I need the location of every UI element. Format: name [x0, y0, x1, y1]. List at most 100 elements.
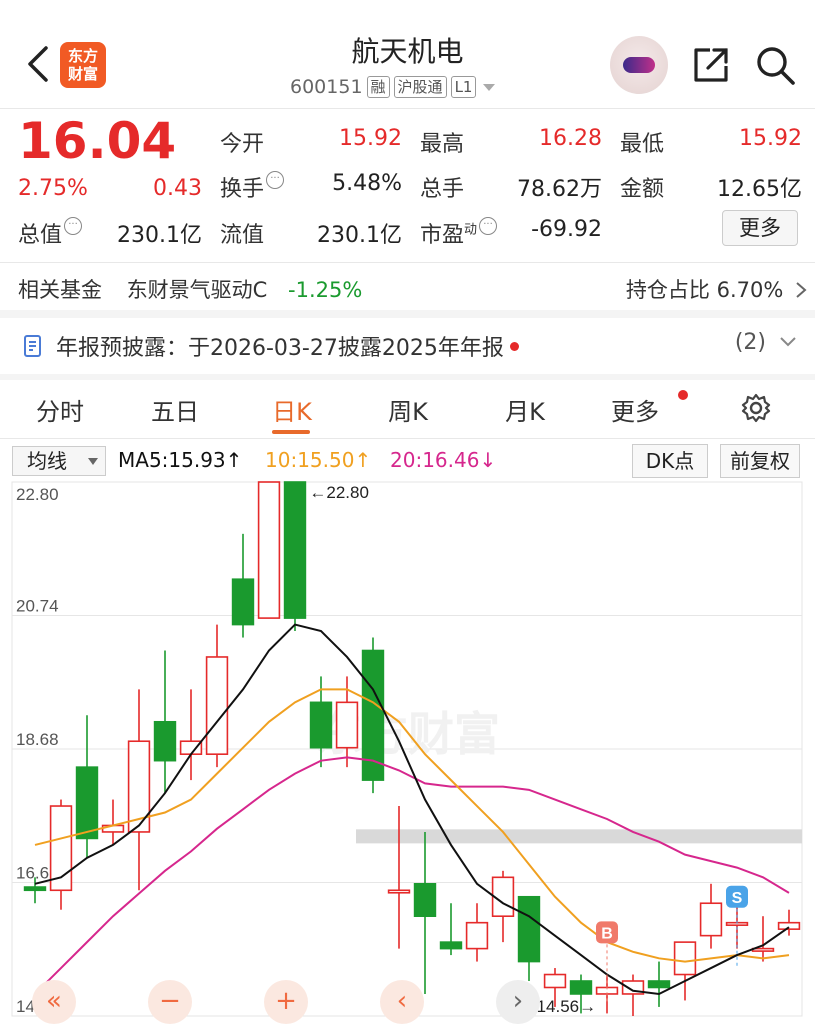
tab-more-dot: [678, 390, 688, 400]
section-gap: [0, 310, 815, 318]
candle-down: [439, 941, 463, 950]
divider: [0, 262, 815, 263]
tab-daily-k[interactable]: 日K: [262, 392, 322, 427]
divider: [0, 438, 815, 439]
marker-label: B: [601, 925, 613, 942]
tab-more[interactable]: 更多: [605, 392, 665, 427]
candle-up: [543, 973, 567, 989]
price-band: [356, 829, 802, 844]
candle-up: [205, 656, 229, 755]
low-price-label: 14.56→: [537, 997, 597, 1016]
candle-down: [413, 882, 437, 917]
kline-chart[interactable]: 22.8020.7418.6816.6214.56东方财富←22.8014.56…: [0, 480, 815, 1024]
candle-up: [335, 701, 359, 749]
low-value: 15.92: [739, 126, 802, 151]
chevron-down-icon[interactable]: [480, 81, 498, 93]
candle-down: [75, 766, 99, 840]
tag-margin: 融: [366, 76, 390, 98]
pe-value: -69.92: [531, 217, 602, 242]
candle-up: [257, 481, 281, 619]
candle-up: [179, 740, 203, 755]
ma10-label: 10:15.50↑: [265, 448, 372, 472]
avatar-face-icon: [623, 57, 655, 73]
candle-down: [153, 720, 177, 762]
high-label: 最高: [420, 132, 465, 157]
candle-down: [569, 980, 593, 995]
fund-name: 东财景气驱动C: [126, 278, 268, 302]
indicator-select[interactable]: 均线: [12, 446, 106, 476]
ma20-label: 20:16.46↓: [390, 448, 497, 472]
stock-code: 600151: [290, 76, 363, 98]
y-tick-label: 22.80: [16, 485, 59, 504]
zoom-in-button[interactable]: +: [264, 980, 308, 1024]
high-value: 16.28: [539, 126, 602, 151]
candle-up: [387, 889, 411, 894]
candle-down: [647, 980, 671, 989]
float-label: 流值: [220, 223, 265, 248]
dropdown-caret-icon: [88, 458, 98, 465]
assistant-avatar[interactable]: [610, 36, 668, 94]
tab-intraday[interactable]: 分时: [30, 392, 90, 427]
float-value: 230.1亿: [317, 223, 402, 248]
disclosure-text: 年报预披露：于2026-03-27披露2025年年报: [56, 336, 504, 361]
open-label: 今开: [220, 132, 265, 157]
divider: [0, 108, 815, 109]
fund-label: 相关基金: [18, 278, 102, 302]
candle-up: [465, 921, 489, 950]
adjust-button[interactable]: 前复权: [720, 444, 800, 478]
tag-level: L1: [450, 76, 477, 98]
tab-five-day[interactable]: 五日: [145, 392, 205, 427]
candle-down: [23, 886, 47, 892]
amount-value: 12.65亿: [717, 177, 802, 202]
pe-label: 市盈动 ···: [420, 217, 498, 249]
candle-down: [231, 578, 255, 626]
search-icon[interactable]: [754, 44, 796, 86]
disclosure-count: (2): [735, 330, 797, 355]
more-button[interactable]: 更多: [722, 210, 798, 246]
disclosure-row[interactable]: 年报预披露：于2026-03-27披露2025年年报 (2): [22, 330, 797, 362]
zoom-out-button[interactable]: −: [148, 980, 192, 1024]
dk-point-button[interactable]: DK点: [632, 444, 708, 478]
volume-label: 总手: [420, 177, 465, 202]
info-icon[interactable]: ···: [479, 217, 498, 235]
info-icon[interactable]: ···: [64, 217, 83, 235]
stock-subtitle: 600151 融 沪股通 L1: [290, 76, 498, 98]
chevron-right-icon: [796, 282, 807, 298]
open-value: 15.92: [339, 126, 402, 151]
document-icon: [24, 335, 41, 357]
change-amount: 0.43: [153, 176, 202, 201]
scroll-left-button[interactable]: ‹: [380, 980, 424, 1024]
low-label: 最低: [620, 132, 665, 157]
y-tick-label: 20.74: [16, 597, 59, 616]
turnover-label: 换手 ···: [220, 171, 285, 203]
info-icon[interactable]: ···: [266, 171, 285, 189]
amount-label: 金额: [620, 177, 665, 202]
high-price-label: ←22.80: [309, 483, 369, 502]
chevron-down-icon: [780, 337, 796, 347]
share-icon[interactable]: [690, 44, 732, 86]
change-percent: 2.75%: [18, 176, 88, 201]
turnover-value: 5.48%: [332, 171, 402, 196]
mktcap-value: 230.1亿: [117, 223, 202, 248]
mktcap-label: 总值 ···: [18, 217, 83, 249]
tab-monthly-k[interactable]: 月K: [495, 392, 555, 427]
tag-connect: 沪股通: [393, 76, 447, 98]
marker-label: S: [732, 890, 743, 907]
ma5-label: MA5:15.93↑: [118, 448, 243, 472]
candle-down: [283, 481, 307, 619]
settings-gear-icon[interactable]: [740, 392, 772, 424]
fund-change: -1.25%: [288, 278, 363, 302]
unread-dot: [509, 341, 519, 351]
volume-value: 78.62万: [517, 177, 602, 202]
candle-down: [517, 895, 541, 963]
section-gap: [0, 374, 815, 380]
last-price: 16.04: [18, 112, 177, 170]
candle-up: [673, 941, 697, 976]
scroll-start-button[interactable]: «: [32, 980, 76, 1024]
tab-weekly-k[interactable]: 周K: [378, 392, 438, 427]
candle-up: [699, 902, 723, 937]
related-fund-row[interactable]: 相关基金 东财景气驱动C -1.25% 持仓占比 6.70%: [18, 274, 808, 304]
header: 东方 财富 航天机电 600151 融 沪股通 L1: [0, 0, 815, 108]
scroll-right-button[interactable]: ›: [496, 980, 540, 1024]
active-tab-indicator: [272, 430, 310, 434]
